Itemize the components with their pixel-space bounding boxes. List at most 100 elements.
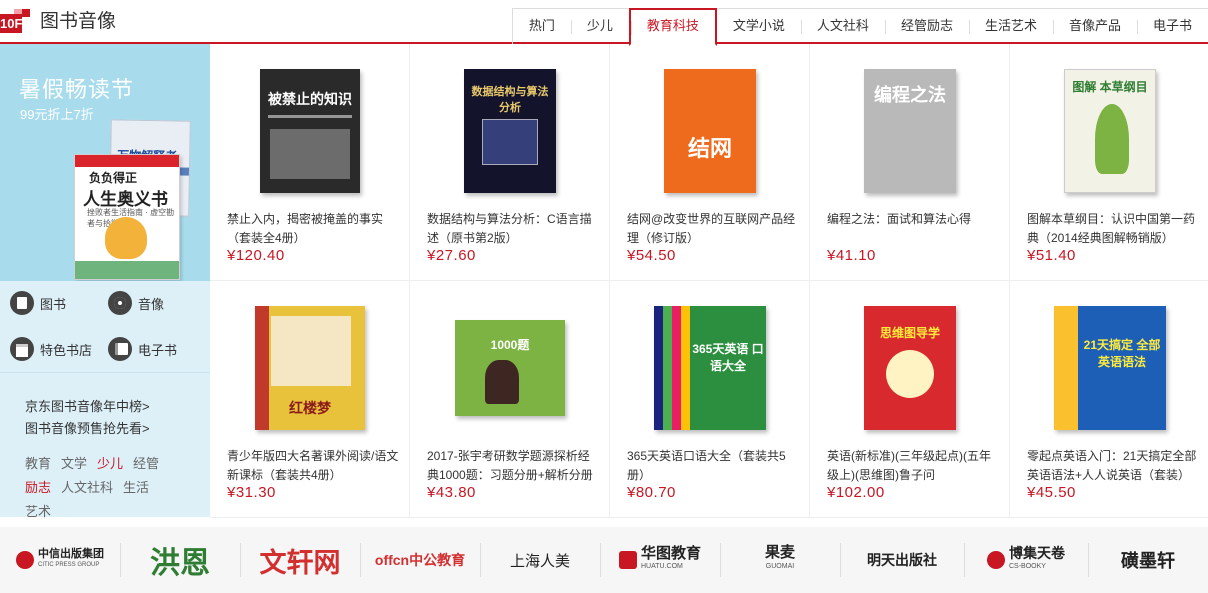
product-price: ¥45.50 <box>1027 484 1076 501</box>
product-price: ¥54.50 <box>627 247 676 264</box>
brand-label: 中信出版集团 <box>38 548 104 560</box>
floor-badge: 10F <box>0 9 32 35</box>
category-audio[interactable]: 音像 <box>108 291 164 315</box>
tab-hot[interactable]: 热门 <box>512 8 571 44</box>
booky-logo-icon <box>987 551 1005 569</box>
tab-ebook[interactable]: 电子书 <box>1136 8 1208 44</box>
brand-sublabel: CS-BOOKY <box>1009 563 1046 570</box>
book-icon <box>10 291 34 315</box>
product-price: ¥80.70 <box>627 484 676 501</box>
product-cover: 365天英语 口语大全 <box>650 299 770 437</box>
side-promo-links: 京东图书音像年中榜> 图书音像预售抢先看> <box>25 396 150 440</box>
brand-winxuan[interactable]: 文轩网 <box>240 527 360 593</box>
brand-citic[interactable]: 中信出版集团 CITIC PRESS GROUP <box>0 527 120 593</box>
tag-business[interactable]: 经管 <box>133 452 159 476</box>
floor-title: 图书音像 <box>40 11 117 32</box>
tab-kids[interactable]: 少儿 <box>570 8 629 44</box>
product-price: ¥27.60 <box>427 247 476 264</box>
brand-label: 上海人美 <box>509 552 570 570</box>
brand-sublabel: GUOMAI <box>765 563 795 570</box>
product-title: 结网@改变世界的互联网产品经理（修订版） <box>627 212 796 245</box>
brand-hongen[interactable]: 洪恩 <box>120 527 240 593</box>
promo-banner[interactable]: 暑假畅读节 99元折上7折 万物解释者 负负得正 人生奥义书 挫败者生活指南 ·… <box>0 44 210 281</box>
product-title: 编程之法：面试和算法心得 <box>827 212 972 226</box>
brand-label: 洪恩 <box>150 547 210 580</box>
product-card[interactable]: 思维图导学 英语(新标准)(三年级起点)(五年级上)(思维图)鲁子问 ¥102.… <box>810 281 1010 518</box>
promo-subtitle: 99元折上7折 <box>20 107 94 122</box>
product-card[interactable]: 被禁止的知识 禁止入内，揭密被掩盖的事实（套装全4册） ¥120.40 <box>210 44 410 281</box>
product-grid: 被禁止的知识 禁止入内，揭密被掩盖的事实（套装全4册） ¥120.40 数据结构… <box>210 44 1208 518</box>
brand-huatu[interactable]: 华图教育 HUATU.COM <box>600 527 720 593</box>
product-cover: 数据结构与算法分析 <box>450 62 570 200</box>
brand-offcn[interactable]: offcn中公教育 <box>360 527 480 593</box>
product-price: ¥41.10 <box>827 247 876 264</box>
tab-education-tech[interactable]: 教育科技 <box>628 8 717 46</box>
category-featured-stores[interactable]: 特色书店 <box>10 337 92 361</box>
product-cover: 被禁止的知识 <box>250 62 370 200</box>
brand-mingtian[interactable]: 明天出版社 <box>840 527 964 593</box>
brand-label: 果麦 <box>764 544 795 561</box>
shop-icon <box>10 337 34 361</box>
category-tabs: 热门 少儿 教育科技 文学小说 人文社科 经管励志 生活艺术 音像产品 电子书 <box>511 8 1208 46</box>
badge-square-dark <box>22 9 30 17</box>
tab-humanities[interactable]: 人文社科 <box>800 8 885 44</box>
tab-audio-video[interactable]: 音像产品 <box>1052 8 1137 44</box>
brand-shanghai-renmei[interactable]: 上海人美 <box>480 527 600 593</box>
brand-label: offcn中公教育 <box>374 552 466 568</box>
tag-art[interactable]: 艺术 <box>25 500 51 524</box>
citic-logo-icon <box>16 551 34 569</box>
product-card[interactable]: 结网 结网@改变世界的互联网产品经理（修订版） ¥54.50 <box>610 44 810 281</box>
product-card[interactable]: 编程之法 编程之法：面试和算法心得 ¥41.10 <box>810 44 1010 281</box>
tag-life[interactable]: 生活 <box>123 476 149 500</box>
brand-label: 明天出版社 <box>867 552 937 568</box>
brand-label: 磺墨轩 <box>1121 551 1175 571</box>
tag-humanities[interactable]: 人文社科 <box>61 476 113 500</box>
product-card[interactable]: 21天搞定 全部英语语法 零起点英语入门：21天搞定全部英语语法+人人说英语（套… <box>1010 281 1208 518</box>
brand-label: 博集天卷 <box>1009 545 1065 561</box>
category-links: 图书 音像 特色书店 电子书 <box>0 281 210 373</box>
brand-sublabel: CITIC PRESS GROUP <box>38 562 100 568</box>
product-card[interactable]: 365天英语 口语大全 365天英语口语大全（套装共5册） ¥80.70 <box>610 281 810 518</box>
tab-literature[interactable]: 文学小说 <box>716 8 801 44</box>
tag-education[interactable]: 教育 <box>25 452 51 476</box>
product-price: ¥31.30 <box>227 484 276 501</box>
product-price: ¥120.40 <box>227 247 285 264</box>
product-cover: 编程之法 <box>850 62 970 200</box>
product-cover: 结网 <box>650 62 770 200</box>
product-price: ¥51.40 <box>1027 247 1076 264</box>
brand-bojitianjuan[interactable]: 博集天卷 CS-BOOKY <box>964 527 1088 593</box>
floor-header: 10F 图书音像 热门 少儿 教育科技 文学小说 人文社科 经管励志 生活艺术 … <box>0 0 1208 46</box>
tag-literature[interactable]: 文学 <box>61 452 87 476</box>
promo-book-top-text: 负负得正 <box>89 171 138 185</box>
brand-strip: 中信出版集团 CITIC PRESS GROUP 洪恩 文轩网 offcn中公教… <box>0 527 1208 593</box>
left-sidebar: 暑假畅读节 99元折上7折 万物解释者 负负得正 人生奥义书 挫败者生活指南 ·… <box>0 44 210 519</box>
ebook-icon <box>108 337 132 361</box>
product-cover: 21天搞定 全部英语语法 <box>1050 299 1170 437</box>
category-label: 图书 <box>40 296 67 312</box>
product-card[interactable]: 1000题 2017-张宇考研数学题源探析经典1000题：习题分册+解析分册 ¥… <box>410 281 610 518</box>
product-card[interactable]: 图解 本草纲目 图解本草纲目：认识中国第一药典（2014经典图解畅销版） ¥51… <box>1010 44 1208 281</box>
brand-guomai[interactable]: 果麦 GUOMAI <box>720 527 840 593</box>
category-label: 电子书 <box>138 342 178 358</box>
tab-lifestyle-art[interactable]: 生活艺术 <box>968 8 1053 44</box>
category-ebooks[interactable]: 电子书 <box>108 337 177 361</box>
huatu-logo-icon <box>618 551 637 569</box>
product-title: 2017-张宇考研数学题源探析经典1000题：习题分册+解析分册 <box>427 449 593 482</box>
product-card[interactable]: 红楼梦 青少年版四大名著课外阅读/语文新课标（套装共4册） ¥31.30 <box>210 281 410 518</box>
product-card[interactable]: 数据结构与算法分析 数据结构与算法分析：C语言描述（原书第2版） ¥27.60 <box>410 44 610 281</box>
product-cover: 图解 本草纲目 <box>1050 62 1170 200</box>
tag-motivation[interactable]: 励志 <box>25 476 51 500</box>
link-midyear-ranking[interactable]: 京东图书音像年中榜> <box>25 396 150 418</box>
hot-tags: 教育 文学 少儿 经管 励志 人文社科 生活 艺术 <box>25 452 195 524</box>
category-books[interactable]: 图书 <box>10 291 66 315</box>
tag-kids[interactable]: 少儿 <box>97 452 123 476</box>
tab-business[interactable]: 经管励志 <box>884 8 969 44</box>
product-title: 数据结构与算法分析：C语言描述（原书第2版） <box>427 212 592 245</box>
brand-momoxuan[interactable]: 磺墨轩 <box>1088 527 1208 593</box>
link-presale[interactable]: 图书音像预售抢先看> <box>25 418 150 440</box>
product-title: 365天英语口语大全（套装共5册） <box>627 449 786 482</box>
category-label: 特色书店 <box>40 342 93 358</box>
brand-sublabel: HUATU.COM <box>640 563 683 570</box>
cat-illustration <box>105 217 147 259</box>
floor-number: 10F <box>0 14 23 33</box>
